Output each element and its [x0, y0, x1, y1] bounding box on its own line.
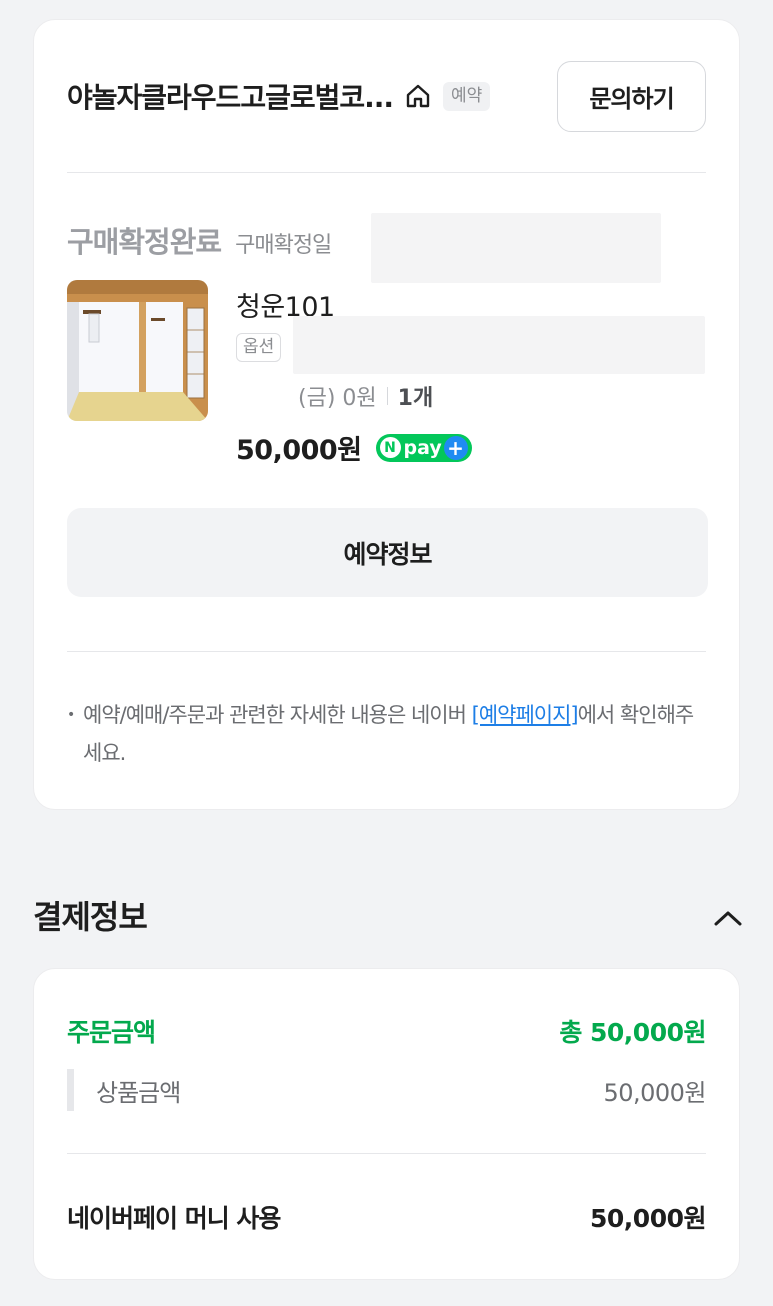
- item-amount-row: 상품금액 50,000원: [67, 1067, 706, 1113]
- reservation-info-button[interactable]: 예약정보: [67, 508, 708, 597]
- quantity: 1개: [397, 386, 434, 411]
- notice: • 예약/예매/주문과 관련한 자세한 내용은 네이버 [예약페이지]에서 확인…: [67, 696, 708, 772]
- option-price: (금) 0원: [298, 386, 377, 411]
- order-amount-label: 주문금액: [67, 1018, 156, 1047]
- npay-n-icon: N: [379, 437, 401, 458]
- item-amount-label-wrap: 상품금액: [67, 1069, 181, 1111]
- npay-money-label: 네이버페이 머니 사용: [67, 1204, 281, 1233]
- divider: [67, 172, 706, 173]
- item-amount-label: 상품금액: [96, 1078, 181, 1107]
- shop-header: 야놀자클라우드고글로벌코... 예약 문의하기: [67, 60, 706, 132]
- reserve-badge: 예약: [443, 81, 491, 111]
- order-amount-row: 주문금액 총 50,000원: [67, 1009, 706, 1053]
- shop-name[interactable]: 야놀자클라우드고글로벌코...: [67, 76, 393, 116]
- plus-icon: +: [443, 435, 468, 460]
- option-tag: 옵션: [236, 333, 282, 362]
- order-amount-total: 총 50,000원: [559, 1018, 706, 1047]
- npay-money-row: 네이버페이 머니 사용 50,000원: [67, 1195, 706, 1239]
- payment-title: 결제정보: [33, 898, 148, 936]
- npay-money-value: 50,000원: [590, 1204, 706, 1233]
- bullet: •: [67, 707, 75, 723]
- redacted-date: [371, 213, 661, 283]
- inquiry-button[interactable]: 문의하기: [557, 60, 706, 132]
- divider: [67, 1153, 706, 1154]
- order-card: 야놀자클라우드고글로벌코... 예약 문의하기 구매확정완료 구매확정일 청운1…: [33, 19, 740, 810]
- price-row: 50,000원 N pay +: [236, 428, 472, 467]
- product-thumbnail[interactable]: [67, 280, 208, 421]
- status-row: 구매확정완료 구매확정일: [67, 219, 332, 261]
- reservation-page-link[interactable]: [예약페이지]: [472, 703, 579, 727]
- payment-card: 주문금액 총 50,000원 상품금액 50,000원 네이버페이 머니 사용 …: [33, 968, 740, 1280]
- order-status: 구매확정완료: [67, 225, 222, 259]
- separator: [386, 387, 388, 405]
- redacted-option: [293, 316, 705, 374]
- notice-text: 예약/예매/주문과 관련한 자세한 내용은 네이버 [예약페이지]에서 확인해주…: [83, 696, 708, 772]
- notice-text-before: 예약/예매/주문과 관련한 자세한 내용은 네이버: [83, 703, 472, 727]
- chevron-up-icon[interactable]: [708, 900, 748, 936]
- npay-badge-text: pay: [403, 436, 442, 459]
- indent-bar: [67, 1069, 74, 1111]
- npay-logo: N pay +: [375, 433, 472, 462]
- item-amount-value: 50,000원: [603, 1078, 706, 1107]
- divider: [67, 651, 706, 652]
- product-price: 50,000원: [236, 435, 362, 466]
- home-icon[interactable]: [403, 81, 433, 111]
- option-detail: (금) 0원 1개: [298, 380, 433, 412]
- status-date-label: 구매확정일: [235, 233, 332, 258]
